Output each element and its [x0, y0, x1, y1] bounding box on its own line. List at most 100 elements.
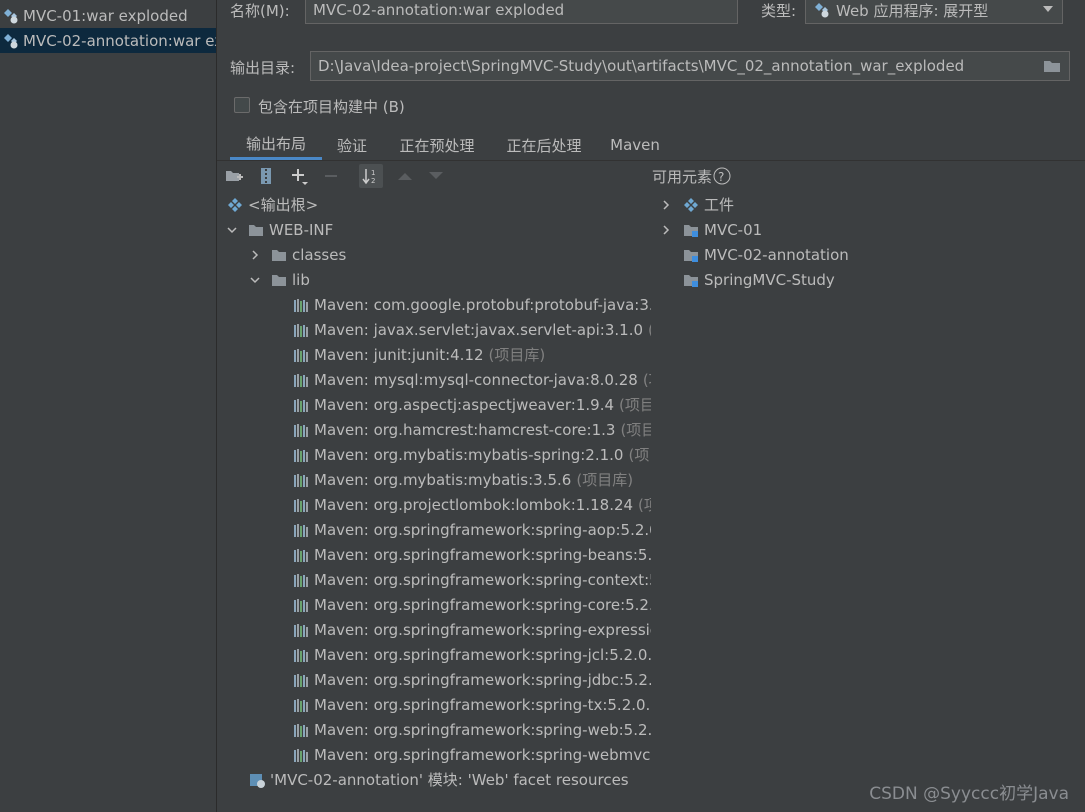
- sort-button[interactable]: 12: [359, 164, 383, 188]
- tab-validation[interactable]: 验证: [327, 130, 377, 160]
- tree-node-output-root[interactable]: <输出根>: [227, 192, 318, 217]
- move-down-button[interactable]: [424, 164, 448, 188]
- library-name: Maven: org.mybatis:mybatis:3.5.6: [314, 470, 572, 489]
- library-item[interactable]: Maven: junit:junit:4.12 (项目库): [293, 342, 545, 367]
- tab-output-layout[interactable]: 输出布局: [230, 130, 322, 160]
- chevron-right-icon[interactable]: [661, 225, 671, 235]
- tab-divider: [217, 160, 1085, 161]
- chevron-right-icon[interactable]: [250, 250, 260, 260]
- library-item[interactable]: Maven: org.hamcrest:hamcrest-core:1.3 (项目…: [293, 417, 651, 442]
- browse-folder-icon[interactable]: [1043, 59, 1061, 73]
- library-note: (项目库: [620, 421, 651, 439]
- library-item[interactable]: Maven: org.projectlombok:lombok:1.18.24(…: [293, 492, 651, 517]
- output-root-icon: [228, 197, 242, 212]
- library-name: Maven: org.springframework:spring-aop:5.…: [314, 520, 651, 539]
- maven-library-icon: [294, 673, 308, 687]
- tree-node-classes[interactable]: classes: [271, 242, 346, 267]
- library-item[interactable]: Maven: org.mybatis:mybatis-spring:2.1.0(…: [293, 442, 651, 467]
- library-name: Maven: org.springframework:spring-tx:5.2…: [314, 695, 651, 714]
- archive-button[interactable]: [254, 164, 278, 188]
- type-value: Web 应用程序: 展开型: [836, 1, 989, 20]
- chevron-down-icon[interactable]: [227, 225, 237, 235]
- artifact-label: MVC-01:war exploded: [23, 6, 188, 25]
- archive-icon: [261, 168, 271, 184]
- library-item[interactable]: Maven: org.springframework:spring-jcl:5.…: [293, 642, 651, 667]
- library-item[interactable]: Maven: org.springframework:spring-contex…: [293, 567, 651, 592]
- name-input[interactable]: MVC-02-annotation:war exploded: [305, 0, 738, 24]
- add-button[interactable]: [287, 164, 311, 188]
- library-name: Maven: org.aspectj:aspectjweaver:1.9.4: [314, 395, 615, 414]
- tab-maven[interactable]: Maven: [601, 130, 669, 160]
- available-item-mvc-02-annotation[interactable]: MVC-02-annotation: [683, 242, 849, 267]
- library-item[interactable]: Maven: org.springframework:spring-expres…: [293, 617, 651, 642]
- library-item[interactable]: Maven: org.springframework:spring-jdbc:5…: [293, 667, 651, 692]
- library-name: Maven: org.springframework:spring-jdbc:5…: [314, 670, 651, 689]
- library-item[interactable]: Maven: javax.servlet:javax.servlet-api:3…: [293, 317, 651, 342]
- library-name: Maven: org.springframework:spring-core:5…: [314, 595, 651, 614]
- library-item[interactable]: Maven: org.mybatis:mybatis:3.5.6 (项目库): [293, 467, 633, 492]
- output-dir-input[interactable]: D:\Java\Idea-project\SpringMVC-Study\out…: [310, 51, 1070, 81]
- library-item[interactable]: Maven: org.springframework:spring-web:5.…: [293, 717, 651, 742]
- library-note: (项目库): [488, 346, 546, 364]
- folder-icon: [272, 274, 286, 286]
- tab-label: Maven: [610, 136, 660, 154]
- tree-node-web-inf[interactable]: WEB-INF: [248, 217, 333, 242]
- svg-text:?: ?: [718, 170, 724, 184]
- library-name: Maven: org.springframework:spring-beans:…: [314, 545, 651, 564]
- available-item-label: MVC-02-annotation: [704, 245, 849, 264]
- library-name: Maven: org.hamcrest:hamcrest-core:1.3: [314, 420, 616, 439]
- new-folder-button[interactable]: [222, 164, 246, 188]
- module-folder-icon: [684, 274, 698, 287]
- tab-label: 输出布局: [245, 135, 306, 153]
- library-item[interactable]: Maven: org.springframework:spring-beans:…: [293, 542, 651, 567]
- chevron-right-icon[interactable]: [661, 200, 671, 210]
- tab-label: 验证: [336, 136, 367, 155]
- artifact-label: MVC-02-annotation:war exploded: [23, 31, 216, 50]
- help-icon[interactable]: ?: [713, 167, 731, 185]
- maven-library-icon: [294, 748, 308, 762]
- available-elements-label: 可用元素: [652, 168, 713, 186]
- artifact-item-mvc-01[interactable]: MVC-01:war exploded: [0, 3, 216, 28]
- maven-library-icon: [294, 648, 308, 662]
- library-item[interactable]: Maven: com.google.protobuf:protobuf-java…: [293, 292, 651, 317]
- output-layout-tree: <输出根> WEB-INF classes lib Maven: com.goo…: [217, 192, 651, 812]
- available-item-artifacts[interactable]: 工件: [683, 192, 734, 217]
- include-in-build-checkbox[interactable]: [234, 97, 250, 113]
- artifact-item-mvc-02-annotation[interactable]: MVC-02-annotation:war exploded: [0, 28, 216, 53]
- maven-library-icon: [294, 423, 308, 437]
- library-item[interactable]: Maven: org.aspectj:aspectjweaver:1.9.4 (项…: [293, 392, 651, 417]
- library-item[interactable]: Maven: org.springframework:spring-tx:5.2…: [293, 692, 651, 717]
- library-name: Maven: junit:junit:4.12: [314, 345, 484, 364]
- tab-preprocessing[interactable]: 正在预处理: [389, 130, 485, 160]
- library-item[interactable]: Maven: org.springframework:spring-webmvc…: [293, 742, 651, 767]
- name-label: 名称(M):: [230, 2, 290, 20]
- library-note: (项目库): [642, 371, 651, 389]
- library-item[interactable]: Maven: org.springframework:spring-aop:5.…: [293, 517, 651, 542]
- maven-library-icon: [294, 498, 308, 512]
- move-up-button[interactable]: [393, 164, 417, 188]
- tree-node-lib[interactable]: lib: [271, 267, 310, 292]
- tree-node-label: lib: [292, 270, 310, 289]
- library-note: (项目库): [576, 471, 634, 489]
- library-name: Maven: org.springframework:spring-expres…: [314, 620, 651, 639]
- available-item-springmvc-study[interactable]: SpringMVC-Study: [683, 267, 835, 292]
- artifacts-icon: [684, 197, 698, 212]
- tree-node-label: WEB-INF: [269, 220, 334, 239]
- library-item[interactable]: Maven: mysql:mysql-connector-java:8.0.28…: [293, 367, 651, 392]
- library-name: Maven: org.springframework:spring-web:5.…: [314, 720, 651, 739]
- available-item-mvc-01[interactable]: MVC-01: [683, 217, 762, 242]
- chevron-down-icon[interactable]: [250, 275, 260, 285]
- tree-node-label: classes: [292, 245, 347, 264]
- available-item-label: SpringMVC-Study: [704, 270, 835, 289]
- tab-postprocessing[interactable]: 正在后处理: [496, 130, 592, 160]
- type-select[interactable]: Web 应用程序: 展开型: [805, 0, 1063, 24]
- library-item[interactable]: Maven: org.springframework:spring-core:5…: [293, 592, 651, 617]
- library-name: Maven: mysql:mysql-connector-java:8.0.28: [314, 370, 638, 389]
- maven-library-icon: [294, 373, 308, 387]
- include-in-build-label: 包含在项目构建中 (B): [258, 98, 405, 116]
- library-note: (项: [638, 496, 651, 514]
- remove-button[interactable]: [319, 164, 343, 188]
- maven-library-icon: [294, 698, 308, 712]
- web-facet-icon: [250, 773, 265, 788]
- tree-node-facet-resources[interactable]: 'MVC-02-annotation' 模块: 'Web' facet reso…: [249, 767, 629, 792]
